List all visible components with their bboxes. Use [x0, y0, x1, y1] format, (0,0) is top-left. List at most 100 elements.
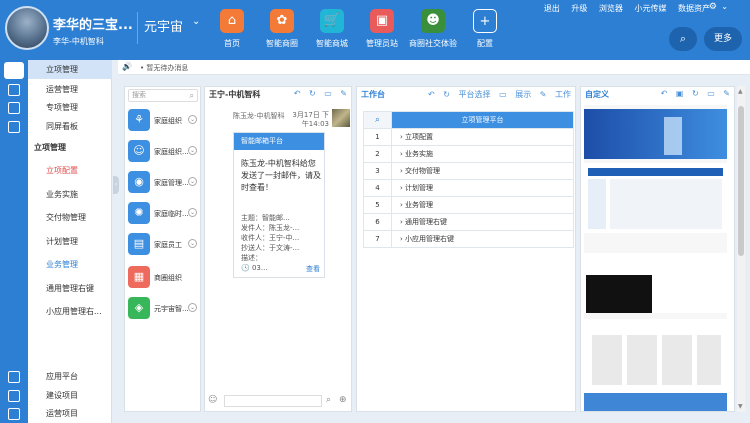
preview-sidebar	[588, 179, 606, 229]
upgrade-link[interactable]: 升级	[571, 4, 587, 13]
nav-config[interactable]: + 配置	[458, 9, 512, 49]
chevron-down-icon[interactable]: ⌄	[721, 2, 728, 11]
list-item[interactable]: ◉ 家庭管理... ⌄	[125, 168, 200, 198]
building-icon[interactable]	[8, 390, 20, 402]
edit-icon[interactable]: ✎	[723, 89, 730, 98]
sidebar-item-construction[interactable]: 建设项目	[28, 386, 112, 405]
cube-icon[interactable]	[8, 371, 20, 383]
chevron-down-icon[interactable]: ⌄	[188, 239, 197, 248]
sidebar-item-general[interactable]: 通用管理右键	[28, 279, 112, 298]
row-number: 3	[363, 162, 392, 180]
more-button[interactable]: 更多	[704, 27, 742, 51]
user-name[interactable]: 李华的三宝...	[53, 14, 133, 33]
sidebar-item-operations[interactable]: 运营管理	[28, 80, 112, 99]
search-icon[interactable]: ⌕	[326, 395, 331, 405]
chevron-down-icon[interactable]: ⌄	[188, 208, 197, 217]
table-row[interactable]: 3 › 交付物管理	[363, 162, 574, 180]
nav-social[interactable]: ☻ 商圈社交体验	[406, 9, 460, 49]
browser-link[interactable]: 浏览器	[599, 4, 623, 13]
list-item[interactable]: ⚘ 家庭组织 ⌄	[125, 106, 200, 136]
refresh-icon[interactable]: ↻	[692, 89, 699, 98]
data-assets-link[interactable]: 数据资产	[678, 4, 710, 13]
chat-icon[interactable]: ▭	[707, 89, 715, 98]
emoji-icon[interactable]: ☺	[208, 395, 217, 405]
custom-preview[interactable]	[584, 105, 727, 411]
briefcase-icon[interactable]	[4, 62, 24, 79]
scroll-up-icon[interactable]: ▲	[738, 88, 743, 95]
table-row[interactable]: 1 › 立项配置	[363, 128, 574, 146]
gear-icon[interactable]: ⚙	[709, 2, 717, 12]
sidebar-item-deliverables[interactable]: 交付物管理	[28, 208, 112, 227]
nav-smart-mall[interactable]: 🛒 智能商城	[305, 9, 359, 49]
refresh-icon[interactable]: ↻	[309, 89, 316, 98]
gear-icon[interactable]	[8, 408, 20, 420]
sidebar-item-ops-project[interactable]: 运营项目	[28, 404, 112, 423]
undo-icon[interactable]: ↶	[294, 89, 301, 98]
nav-admin[interactable]: ▣ 管理员站	[355, 9, 409, 49]
view-link[interactable]: 查看	[306, 264, 320, 274]
work-button[interactable]: ✎ 工作	[540, 90, 571, 99]
list-item[interactable]: ▤ 家庭员工 ⌄	[125, 230, 200, 260]
table-row[interactable]: 5 › 业务管理	[363, 196, 574, 214]
list-item[interactable]: ☺ 家庭组织... ⌄	[125, 137, 200, 167]
scroll-down-icon[interactable]: ▼	[738, 403, 743, 410]
nav-smart-circle[interactable]: ✿ 智能商圈	[255, 9, 309, 49]
sidebar-item-special[interactable]: 专项管理	[28, 98, 112, 117]
chat-input[interactable]	[224, 395, 322, 407]
sidebar-item-app-platform[interactable]: 应用平台	[28, 367, 112, 386]
undo-icon[interactable]: ↶	[661, 89, 668, 98]
camera-icon: ◉	[128, 171, 150, 193]
list-icon[interactable]	[8, 84, 20, 96]
message-date: 3月17日 下午14:03	[292, 111, 329, 128]
sidebar-item-plan[interactable]: 计划管理	[28, 232, 112, 251]
edit-icon[interactable]: ✎	[340, 89, 347, 98]
contact-search-input[interactable]: 搜索 ⌕	[128, 89, 198, 102]
user-avatar[interactable]	[5, 6, 49, 50]
platform-select-button[interactable]: ↻ 平台选择	[443, 90, 490, 99]
sidebar-item-config[interactable]: 立项配置	[28, 161, 112, 180]
list-item[interactable]: ✺ 家庭临时... ⌄	[125, 199, 200, 229]
preview-banner	[584, 109, 727, 159]
contact-name: 家庭员工	[154, 241, 182, 249]
sidebar-item-mini-app[interactable]: 小应用管理右...	[28, 302, 112, 321]
doc-icon[interactable]	[8, 102, 20, 114]
scrollbar-thumb[interactable]	[738, 106, 744, 256]
speaker-icon: 🔊	[122, 62, 132, 71]
contact-name: 家庭组织	[154, 117, 182, 125]
list-item[interactable]: ▦ 商圈组织	[125, 263, 200, 293]
chevron-down-icon[interactable]: ⌄	[192, 16, 200, 27]
list-item[interactable]: ◈ 元宇宙智... ⌄	[125, 294, 200, 324]
chevron-down-icon[interactable]: ⌄	[188, 146, 197, 155]
sidebar-item-business[interactable]: 业务管理	[28, 255, 112, 274]
add-icon[interactable]: ⊕	[339, 395, 347, 405]
sidebar-item-dashboard[interactable]: 同屏看板	[28, 117, 112, 136]
sidebar-item-implementation[interactable]: 业务实施	[28, 185, 112, 204]
table-row[interactable]: 6 › 通用管理右键	[363, 213, 574, 231]
logout-link[interactable]: 退出	[544, 4, 560, 13]
nav-config-label: 配置	[477, 39, 493, 48]
contact-list: 搜索 ⌕ ⚘ 家庭组织 ⌄ ☺ 家庭组织... ⌄ ◉ 家庭管理... ⌄ ✺ …	[124, 86, 201, 412]
workbench-title: 工作台	[361, 90, 385, 99]
chevron-down-icon[interactable]: ⌄	[188, 177, 197, 186]
sidebar-item-project-approval[interactable]: 立项管理	[28, 60, 112, 79]
table-row[interactable]: 4 › 计划管理	[363, 179, 574, 197]
media-link[interactable]: 小元传媒	[634, 4, 666, 13]
scrollbar[interactable]: ▲ ▼	[737, 86, 745, 412]
undo-icon[interactable]: ↶	[428, 90, 435, 99]
nav-home[interactable]: ⌂ 首页	[205, 9, 259, 49]
search-button[interactable]: ⌕	[669, 27, 697, 51]
display-button[interactable]: ▭ 展示	[499, 90, 531, 99]
image-icon[interactable]: ▣	[676, 89, 684, 98]
chevron-down-icon[interactable]: ⌄	[188, 115, 197, 124]
table-row[interactable]: 7 › 小应用管理右键	[363, 230, 574, 248]
table-row[interactable]: 2 › 业务实施	[363, 145, 574, 163]
app-name[interactable]: 元宇宙	[144, 16, 183, 35]
screen-icon[interactable]	[8, 121, 20, 133]
row-label: › 立项配置	[391, 128, 574, 146]
sidebar-collapse-handle[interactable]: ‹	[113, 176, 119, 194]
sender-avatar[interactable]	[332, 109, 350, 127]
chevron-down-icon[interactable]: ⌄	[188, 303, 197, 312]
header-divider	[137, 12, 138, 44]
chat-icon[interactable]: ▭	[324, 89, 332, 98]
search-icon[interactable]: ⌕	[363, 111, 392, 129]
